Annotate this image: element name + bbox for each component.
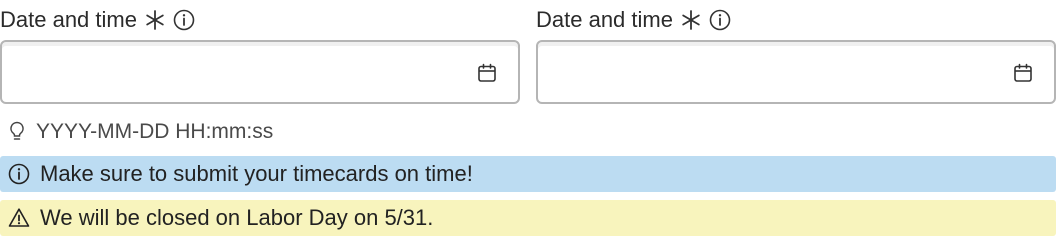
lightbulb-icon (8, 121, 26, 143)
warning-banner: We will be closed on Labor Day on 5/31. (0, 200, 1056, 236)
field-label-row: Date and time (0, 0, 520, 40)
info-icon[interactable] (173, 9, 195, 31)
asterisk-icon (145, 10, 165, 30)
field-label: Date and time (0, 7, 137, 32)
field-label-row: Date and time (536, 0, 1056, 40)
hint-text: YYYY-MM-DD HH:mm:ss (36, 120, 274, 143)
calendar-icon[interactable] (476, 62, 498, 84)
date-time-field-2: Date and time (536, 0, 1056, 104)
info-banner-text: Make sure to submit your timecards on ti… (40, 161, 473, 186)
date-time-input-box[interactable] (0, 40, 520, 104)
date-time-field-1: Date and time (0, 0, 520, 104)
date-time-input[interactable] (538, 42, 1054, 102)
field-label: Date and time (536, 7, 673, 32)
date-time-input[interactable] (2, 42, 518, 102)
format-hint: YYYY-MM-DD HH:mm:ss (8, 118, 273, 146)
warning-banner-text: We will be closed on Labor Day on 5/31. (40, 205, 434, 230)
info-icon[interactable] (709, 9, 731, 31)
warning-icon (8, 207, 30, 229)
date-time-input-box[interactable] (536, 40, 1056, 104)
calendar-icon[interactable] (1012, 62, 1034, 84)
info-icon (8, 163, 30, 185)
asterisk-icon (681, 10, 701, 30)
info-banner: Make sure to submit your timecards on ti… (0, 156, 1056, 192)
